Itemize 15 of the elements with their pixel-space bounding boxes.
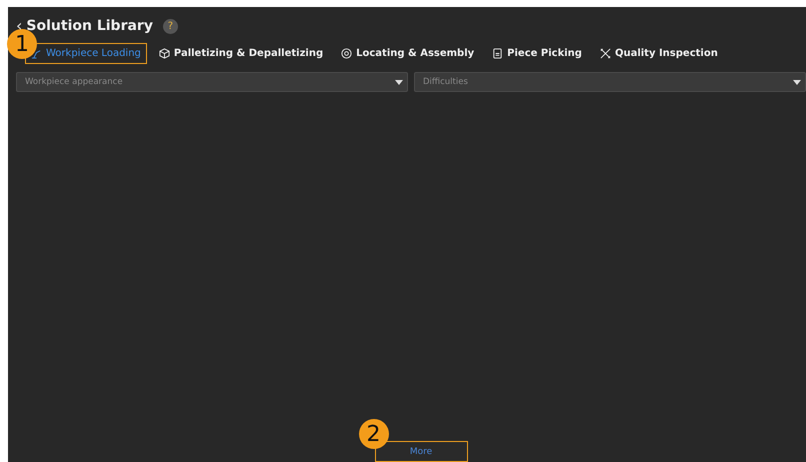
category-tab[interactable]: Locating & Assembly: [335, 43, 480, 64]
help-icon[interactable]: ?: [162, 18, 178, 34]
dropdown-caret-icon: [395, 80, 403, 84]
more-button[interactable]: More: [374, 441, 468, 462]
bin-icon: [492, 48, 504, 59]
callout-marker: 1: [7, 29, 37, 59]
category-tab[interactable]: Piece Picking: [486, 43, 588, 64]
robot-arm-icon: [31, 48, 42, 59]
dropdown-caret-icon: [793, 80, 801, 84]
tools-icon: [600, 48, 611, 59]
callout-marker: 2: [358, 419, 388, 449]
box-icon: [158, 48, 170, 59]
gear-icon: [341, 48, 352, 59]
category-tab[interactable]: Quality Inspection: [594, 43, 724, 64]
category-tab[interactable]: Palletizing & Depalletizing: [152, 43, 330, 64]
